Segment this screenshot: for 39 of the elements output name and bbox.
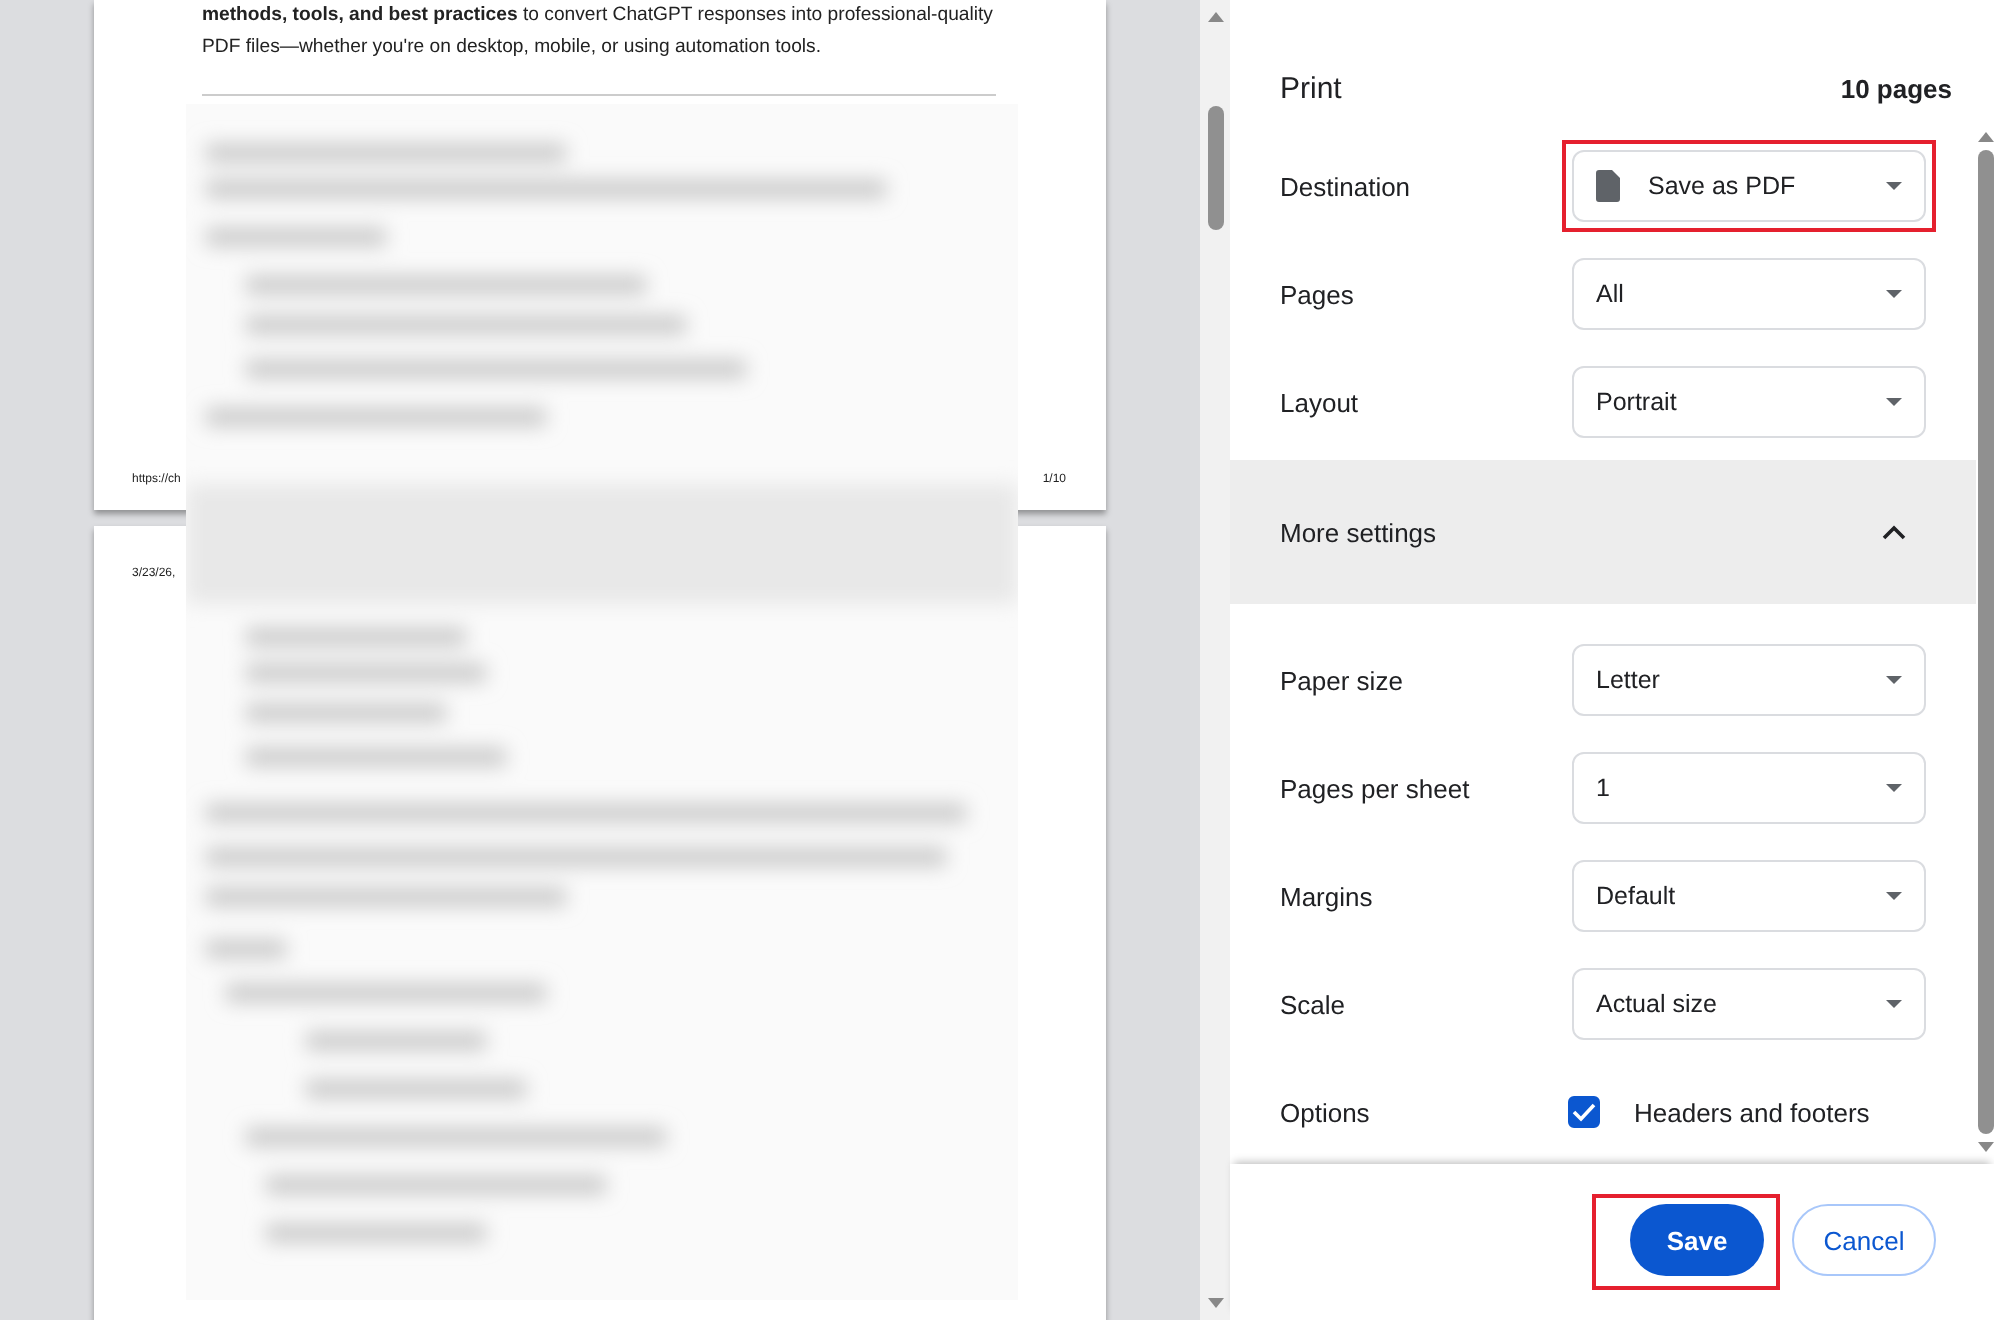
scroll-down-icon[interactable]	[1207, 1298, 1223, 1308]
page-count: 10 pages	[1840, 73, 1952, 103]
checkbox[interactable]	[1568, 1096, 1600, 1128]
setting-label: Destination	[1280, 171, 1413, 201]
chevron-icon	[1882, 524, 1906, 540]
scroll-up-icon[interactable]	[1207, 12, 1223, 22]
dialog-title: Print	[1280, 71, 1342, 105]
dropdown[interactable]: Letter	[1572, 644, 1926, 716]
setting-label: Margins	[1280, 881, 1375, 911]
intro-paragraph: methods, tools, and best practices to convert ChatGPT responses into professional-quality PDF files—whether you're on desktop, mobile, or using automation tools.	[202, 2, 995, 62]
scrollbar[interactable]	[1200, 0, 1230, 1320]
caret-icon	[1886, 892, 1902, 900]
caret-icon	[1886, 398, 1902, 406]
save-button[interactable]: Save	[1630, 1204, 1764, 1276]
dropdown[interactable]: Default	[1572, 860, 1926, 932]
dropdown[interactable]: Portrait	[1572, 366, 1926, 438]
checkbox-label: Headers and footers	[1634, 1097, 1870, 1127]
setting-label: Options	[1280, 1097, 1372, 1127]
cancel-button[interactable]: Cancel	[1792, 1204, 1936, 1276]
scroll-up-icon[interactable]	[1977, 132, 1993, 142]
scroll-thumb[interactable]	[1977, 150, 1993, 1134]
file-icon	[1596, 170, 1620, 202]
caret-icon	[1886, 676, 1902, 684]
setting-label: Layout	[1280, 387, 1361, 417]
scroll-down-icon[interactable]	[1977, 1142, 1993, 1152]
dropdown[interactable]: Save as PDF	[1572, 150, 1926, 222]
caret-icon	[1886, 784, 1902, 792]
more-settings-toggle[interactable]: More settings	[1230, 460, 1976, 604]
caret-icon	[1886, 1000, 1902, 1008]
setting-label: Paper size	[1280, 665, 1405, 695]
setting-label: Scale	[1280, 989, 1348, 1019]
setting-label: Pages per sheet	[1280, 773, 1472, 803]
dropdown[interactable]: Actual size	[1572, 968, 1926, 1040]
caret-icon	[1886, 182, 1902, 190]
setting-label: Pages	[1280, 279, 1356, 309]
scroll-thumb[interactable]	[1207, 106, 1223, 230]
caret-icon	[1886, 290, 1902, 298]
dropdown[interactable]: All	[1572, 258, 1926, 330]
dropdown[interactable]: 1	[1572, 752, 1926, 824]
